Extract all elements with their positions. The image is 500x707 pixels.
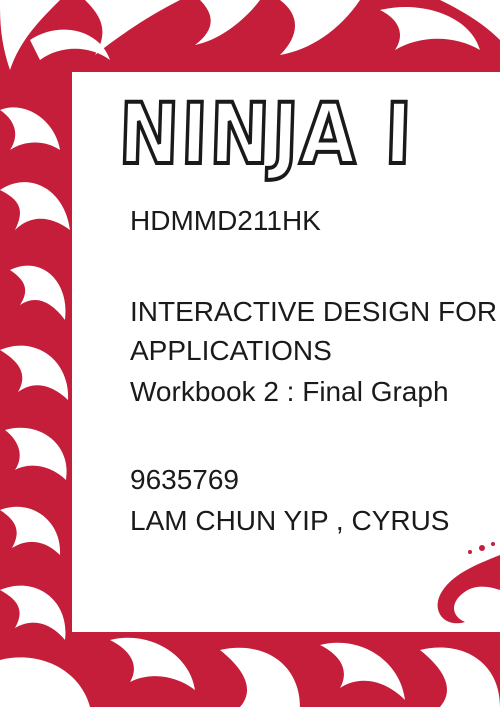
student-name: LAM CHUN YIP , CYRUS — [130, 505, 450, 536]
subject-title-line-2: APPLICATIONS — [130, 335, 332, 366]
student-id: 9635769 — [130, 464, 240, 495]
course-code: HDMMD211HK — [130, 205, 321, 236]
subject-title-line-1: INTERACTIVE DESIGN FOR — [130, 296, 498, 327]
workbook-title: Workbook 2 : Final Graph — [130, 376, 449, 407]
ninja-title-logo: NINJA I — [115, 83, 416, 185]
red-ink-splash-decoration — [437, 542, 500, 624]
workbook-cover: NINJA I HDMMD211HK INTERACTIVE DESIGN FO… — [0, 0, 500, 707]
